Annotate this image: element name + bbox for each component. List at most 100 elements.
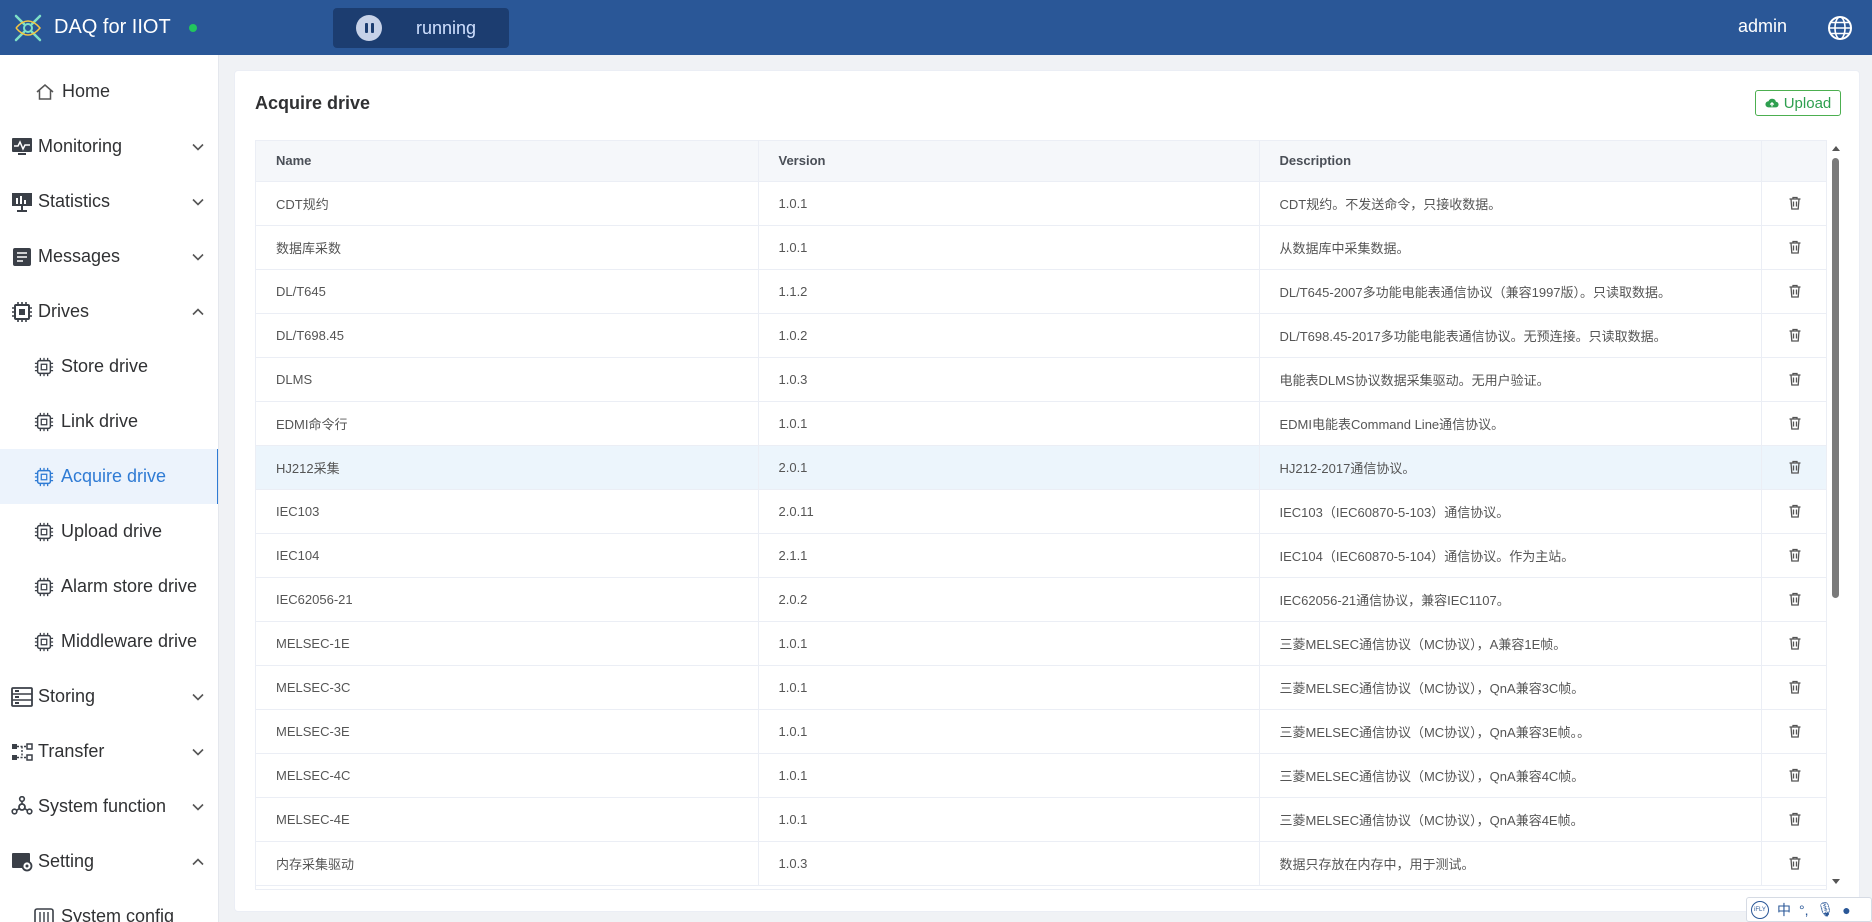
sidebar-item-label: Transfer <box>38 741 105 761</box>
cell-description: HJ212-2017通信协议。 <box>1259 445 1762 490</box>
trash-icon[interactable] <box>1787 811 1803 826</box>
trash-icon[interactable] <box>1787 767 1803 782</box>
delete-button[interactable] <box>1761 489 1826 534</box>
chip-icon <box>33 631 55 653</box>
sidebar-item-monitoring[interactable]: Monitoring <box>0 119 218 174</box>
table-row[interactable]: 内存采集驱动 1.0.3 数据只存放在内存中，用于测试。 <box>256 841 1826 886</box>
delete-button[interactable] <box>1761 709 1826 754</box>
run-status-control[interactable]: running <box>333 8 509 48</box>
table-row[interactable]: HJ212采集 2.0.1 HJ212-2017通信协议。 <box>256 445 1826 490</box>
trash-icon[interactable] <box>1787 503 1803 518</box>
table-row[interactable]: MELSEC-3C 1.0.1 三菱MELSEC通信协议（MC协议），QnA兼容3C… <box>256 665 1826 710</box>
sidebar-item-messages[interactable]: Messages <box>0 229 218 284</box>
table-row[interactable]: DL/T645 1.1.2 DL/T645-2007多功能电能表通信协议（兼容199… <box>256 269 1826 314</box>
delete-button[interactable] <box>1761 313 1826 358</box>
sidebar-item-drives[interactable]: Drives <box>0 284 218 339</box>
delete-button[interactable] <box>1761 841 1826 886</box>
delete-button[interactable] <box>1761 445 1826 490</box>
scroll-down-arrow-icon[interactable] <box>1832 879 1840 884</box>
trash-icon[interactable] <box>1787 635 1803 650</box>
trash-icon[interactable] <box>1787 547 1803 562</box>
table-row[interactable]: IEC62056-21 2.0.2 IEC62056-21通信协议，兼容IEC110… <box>256 577 1826 622</box>
sidebar-item-alarm-store-drive[interactable]: Alarm store drive <box>0 559 218 614</box>
trash-icon[interactable] <box>1787 591 1803 606</box>
table-row[interactable]: MELSEC-1E 1.0.1 三菱MELSEC通信协议（MC协议），A兼容1E帧。 <box>256 621 1826 666</box>
ime-logo-icon[interactable]: iFLY <box>1751 900 1769 919</box>
trash-icon[interactable] <box>1787 239 1803 254</box>
table-row[interactable]: MELSEC-3E 1.0.1 三菱MELSEC通信协议（MC协议），QnA兼容3E… <box>256 709 1826 754</box>
ime-toolbar[interactable]: iFLY 中 °, 🎙 ● <box>1746 897 1872 922</box>
sidebar-item-link-drive[interactable]: Link drive <box>0 394 218 449</box>
scroll-up-arrow-icon[interactable] <box>1832 146 1840 151</box>
trash-icon[interactable] <box>1787 195 1803 210</box>
cell-name: 内存采集驱动 <box>256 841 759 886</box>
sidebar-item-middleware-drive[interactable]: Middleware drive <box>0 614 218 669</box>
cell-version: 1.0.1 <box>758 797 1260 842</box>
scrollbar-thumb[interactable] <box>1832 158 1839 598</box>
table-row[interactable]: MELSEC-4C 1.0.1 三菱MELSEC通信协议（MC协议），QnA兼容4C… <box>256 753 1826 798</box>
table-row[interactable]: DL/T698.45 1.0.2 DL/T698.45-2017多功能电能表通信协议… <box>256 313 1826 358</box>
sidebar-item-label: Drives <box>38 301 90 321</box>
main-panel: Acquire drive Upload Name Version Descri… <box>234 70 1860 912</box>
trash-icon[interactable] <box>1787 371 1803 386</box>
ime-punctuation-icon[interactable]: °, <box>1799 902 1809 918</box>
delete-button[interactable] <box>1761 753 1826 798</box>
delete-button[interactable] <box>1761 225 1826 270</box>
upload-button[interactable]: Upload <box>1755 90 1841 116</box>
sidebar-item-storing[interactable]: Storing <box>0 669 218 724</box>
cell-description: DL/T645-2007多功能电能表通信协议（兼容1997版）。只读取数据。 <box>1259 269 1762 314</box>
delete-button[interactable] <box>1761 181 1826 226</box>
sidebar-item-upload-drive[interactable]: Upload drive <box>0 504 218 559</box>
sidebar-item-system-function[interactable]: System function <box>0 779 218 834</box>
microphone-icon[interactable]: 🎙 <box>1817 901 1835 918</box>
table-row[interactable]: CDT规约 1.0.1 CDT规约。不发送命令，只接收数据。 <box>256 181 1826 226</box>
cell-description: CDT规约。不发送命令，只接收数据。 <box>1259 181 1762 226</box>
trash-icon[interactable] <box>1787 327 1803 342</box>
column-header-name[interactable]: Name <box>256 141 759 182</box>
pause-icon[interactable] <box>356 15 382 41</box>
delete-button[interactable] <box>1761 621 1826 666</box>
sidebar-item-system-config[interactable]: System config <box>0 889 218 922</box>
cell-description: IEC62056-21通信协议，兼容IEC1107。 <box>1259 577 1762 622</box>
sidebar-item-setting[interactable]: Setting <box>0 834 218 889</box>
column-header-description[interactable]: Description <box>1259 141 1762 182</box>
app-logo[interactable]: DAQ for IIOT <box>12 12 197 44</box>
delete-button[interactable] <box>1761 577 1826 622</box>
setting-icon <box>11 851 33 873</box>
cell-description: 三菱MELSEC通信协议（MC协议），QnA兼容4E帧。 <box>1259 797 1762 842</box>
delete-button[interactable] <box>1761 401 1826 446</box>
user-icon[interactable]: ● <box>1842 902 1850 918</box>
ime-mode[interactable]: 中 <box>1777 900 1791 920</box>
delete-button[interactable] <box>1761 797 1826 842</box>
messages-icon <box>11 246 33 268</box>
sidebar-item-acquire-drive[interactable]: Acquire drive <box>0 449 218 504</box>
user-menu[interactable]: admin <box>1738 16 1787 37</box>
column-header-version[interactable]: Version <box>758 141 1260 182</box>
delete-button[interactable] <box>1761 533 1826 578</box>
cell-version: 1.0.1 <box>758 181 1260 226</box>
trash-icon[interactable] <box>1787 855 1803 870</box>
table-row[interactable]: DLMS 1.0.3 电能表DLMS协议数据采集驱动。无用户验证。 <box>256 357 1826 402</box>
trash-icon[interactable] <box>1787 679 1803 694</box>
table-scrollbar[interactable] <box>1829 140 1843 890</box>
sidebar-item-statistics[interactable]: Statistics <box>0 174 218 229</box>
sidebar-item-store-drive[interactable]: Store drive <box>0 339 218 394</box>
sidebar-item-home[interactable]: Home <box>0 64 218 119</box>
table-row[interactable]: EDMI命令行 1.0.1 EDMI电能表Command Line通信协议。 <box>256 401 1826 446</box>
globe-icon[interactable] <box>1827 15 1853 41</box>
table-row[interactable]: IEC103 2.0.11 IEC103（IEC60870-5-103）通信协议。 <box>256 489 1826 534</box>
table-row[interactable]: IEC104 2.1.1 IEC104（IEC60870-5-104）通信协议。作为… <box>256 533 1826 578</box>
table-row[interactable]: 数据库采数 1.0.1 从数据库中采集数据。 <box>256 225 1826 270</box>
trash-icon[interactable] <box>1787 283 1803 298</box>
delete-button[interactable] <box>1761 269 1826 314</box>
cell-name: EDMI命令行 <box>256 401 759 446</box>
delete-button[interactable] <box>1761 357 1826 402</box>
sidebar-item-transfer[interactable]: Transfer <box>0 724 218 779</box>
delete-button[interactable] <box>1761 665 1826 710</box>
trash-icon[interactable] <box>1787 415 1803 430</box>
cell-version: 1.1.2 <box>758 269 1260 314</box>
trash-icon[interactable] <box>1787 723 1803 738</box>
trash-icon[interactable] <box>1787 459 1803 474</box>
table-row[interactable]: MELSEC-4E 1.0.1 三菱MELSEC通信协议（MC协议），QnA兼容4E… <box>256 797 1826 842</box>
table-header-row: Name Version Description <box>256 141 1826 182</box>
